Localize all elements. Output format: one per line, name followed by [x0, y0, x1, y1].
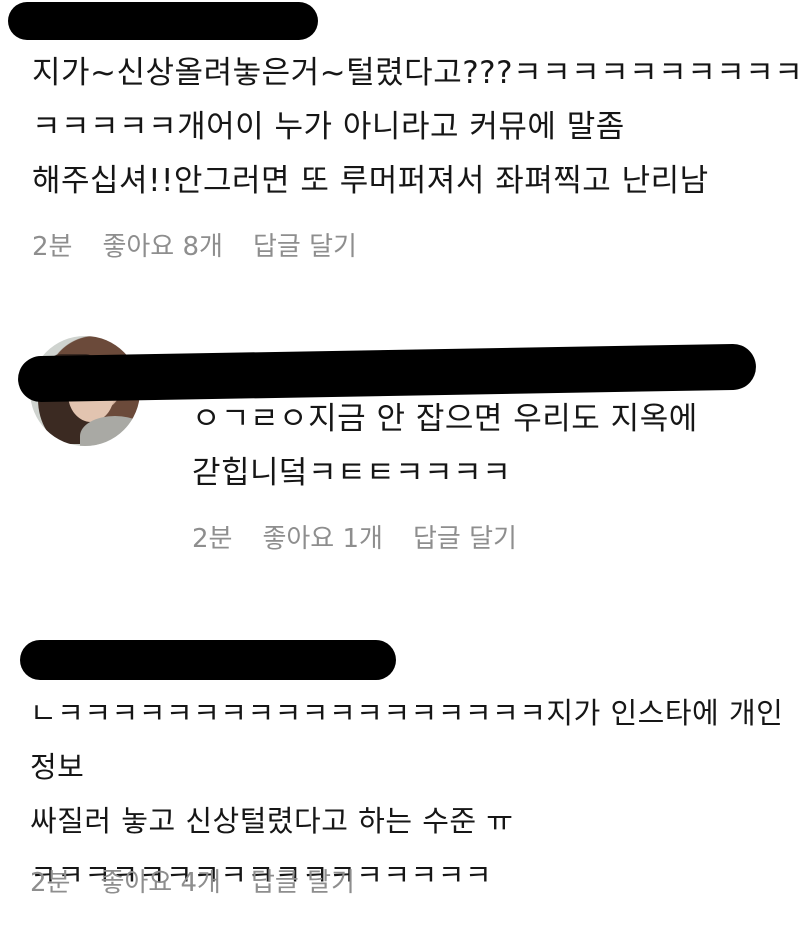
- comment-time: 2분: [192, 524, 233, 554]
- comment-line: 싸질러 놓고 신상털렸다고 하는 수준 ㅠ: [30, 804, 514, 838]
- likes-count-link[interactable]: 좋아요 8개: [102, 226, 223, 263]
- comment-line: ㄴㅋㅋㅋㅋㅋㅋㅋㅋㅋㅋㅋㅋㅋㅋㅋㅋㅋㅋ지가 인스타에 개인정보: [30, 696, 784, 784]
- comment-2-meta: 2분 좋아요 1개 답글 달기: [192, 518, 517, 555]
- comment-3-meta: 2분 좋아요 4개 답글 달기: [30, 862, 355, 899]
- comment-line: 해주십셔!!안그러면 또 루머퍼져서 좌펴찍고 난리남: [32, 163, 709, 199]
- username-redaction: [8, 2, 318, 40]
- comment-time: 2분: [32, 232, 73, 262]
- comment-time: 2분: [30, 868, 71, 898]
- likes-count-link[interactable]: 좋아요 4개: [100, 862, 221, 899]
- comment-line: ㅇㄱㄹㅇ지금 안 잡으면 우리도 지옥에: [192, 401, 698, 437]
- comment-line: ㅋㅋㅋㅋㅋ개어이 누가 아니라고 커뮤에 말좀: [32, 109, 625, 145]
- username-redaction: [20, 640, 396, 680]
- comment-1-meta: 2분 좋아요 8개 답글 달기: [32, 226, 357, 263]
- reply-button[interactable]: 답글 달기: [413, 518, 517, 555]
- reply-button[interactable]: 답글 달기: [253, 226, 357, 263]
- comment-line: 지가~신상올려놓은거~털렸다고???ㅋㅋㅋㅋㅋㅋㅋㅋㅋㅋ: [32, 55, 804, 91]
- comment-line: 갇힙니덬ㅋㅌㅌㅋㅋㅋㅋ: [192, 455, 512, 491]
- comment-2-text: ㅇㄱㄹㅇ지금 안 잡으면 우리도 지옥에 갇힙니덬ㅋㅌㅌㅋㅋㅋㅋ: [192, 392, 698, 500]
- comment-1-text: 지가~신상올려놓은거~털렸다고???ㅋㅋㅋㅋㅋㅋㅋㅋㅋㅋ ㅋㅋㅋㅋㅋ개어이 누가…: [32, 46, 803, 208]
- likes-count-link[interactable]: 좋아요 1개: [262, 518, 383, 555]
- reply-button[interactable]: 답글 달기: [251, 862, 355, 899]
